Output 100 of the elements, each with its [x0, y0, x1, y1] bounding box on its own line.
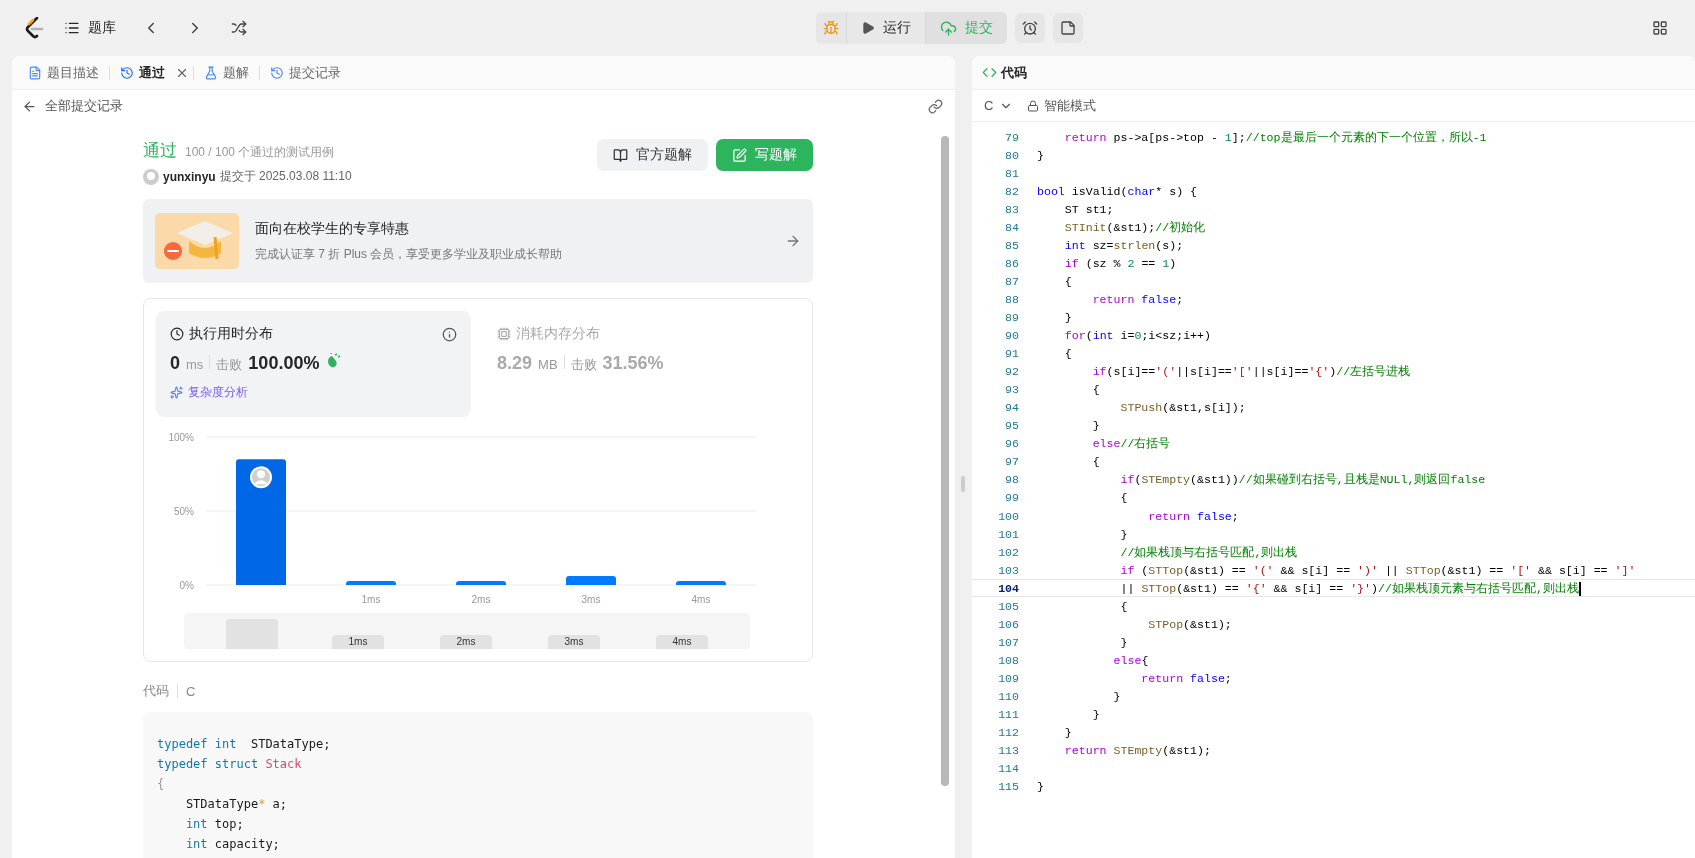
sparkle-icon — [170, 386, 183, 399]
panel-tab[interactable]: 通过 — [114, 59, 171, 86]
code-line: else{ — [1112, 653, 1149, 667]
stat-value: 8.29 — [497, 353, 533, 374]
line-number: 97 — [1004, 455, 1019, 469]
code-line: } — [1037, 780, 1044, 794]
code-line: { — [1063, 347, 1072, 361]
stat-title: 消耗内存分布 — [497, 325, 600, 343]
chip-icon — [497, 327, 511, 341]
lock-icon — [1027, 99, 1040, 112]
line-number: 96 — [1004, 437, 1019, 451]
pen-icon — [732, 147, 747, 163]
stat-panel[interactable]: 执行用时分布 0 ms 击败 100.00% 复杂度分析 — [156, 311, 471, 417]
code-line: || STTop(&st1) == '{' && s[i] == '}')//如果栈顶元素与右括号匹配,则出栈 — [1119, 580, 1581, 596]
beats-value: 31.56% — [602, 353, 664, 374]
navigator-label: 4ms — [656, 635, 708, 649]
code-line: typedef int STDataType; — [157, 736, 331, 753]
code-line: } — [1063, 311, 1072, 324]
line-number: 105 — [997, 599, 1019, 613]
panel-tab[interactable]: 提交记录 — [264, 59, 347, 86]
navigator-label: 2ms — [440, 635, 492, 649]
range-navigator[interactable]: 1ms 2ms 3ms 4ms — [184, 613, 750, 649]
complexity-link[interactable]: 复杂度分析 — [170, 384, 457, 401]
axis-label: 1ms — [361, 594, 381, 605]
document-icon — [28, 65, 42, 80]
code-line: //如果栈顶与右括号匹配,则出栈 — [1119, 544, 1298, 560]
line-number: 89 — [1004, 311, 1019, 324]
line-number: 93 — [1004, 383, 1019, 397]
code-line: { — [1091, 383, 1100, 397]
line-number: 111 — [997, 708, 1019, 721]
code-line: } — [1119, 635, 1128, 649]
axis-label: 2ms — [471, 594, 491, 605]
line-number: 112 — [997, 726, 1019, 740]
line-number: 94 — [1004, 401, 1019, 415]
code-line: STPop(&st1); — [1147, 617, 1232, 631]
code-icon — [982, 65, 997, 80]
line-number: 88 — [1004, 292, 1019, 306]
scrollbar[interactable] — [941, 136, 949, 786]
line-number: 113 — [997, 744, 1019, 758]
test-count: 100 / 100 个通过的测试用例 — [185, 144, 335, 161]
line-number: 106 — [997, 617, 1019, 631]
panel-tab[interactable]: 题解 — [198, 59, 255, 86]
status-text: 通过 — [143, 140, 177, 162]
code-label: 代码 — [143, 682, 169, 700]
bar[interactable] — [236, 459, 286, 585]
avatar-icon — [250, 466, 272, 489]
code-line: } — [1037, 148, 1044, 162]
line-number: 102 — [997, 545, 1019, 559]
clock-icon — [170, 327, 184, 341]
beats-label: 击败 — [570, 356, 597, 374]
logo-icon[interactable] — [24, 17, 44, 39]
solution-button[interactable]: 官方题解 — [597, 139, 708, 171]
list-icon — [64, 20, 80, 36]
panel-tab[interactable]: 题目描述 — [22, 59, 105, 86]
language-select[interactable]: C — [984, 98, 1014, 113]
stat-unit: MB — [538, 357, 558, 372]
code-line: ST st1; — [1063, 202, 1114, 216]
navigator-label: 1ms — [332, 635, 384, 649]
line-number: 86 — [1004, 256, 1019, 270]
stat-value: 0 — [170, 353, 180, 374]
line-number: 92 — [1004, 365, 1019, 379]
book-icon — [613, 147, 628, 163]
code-line: if(STEmpty(&st1))//如果碰到右括号,且栈是NULl,则返回false — [1119, 472, 1486, 488]
code-line: STPush(&st1,s[i]); — [1119, 401, 1246, 415]
code-line: } — [1063, 726, 1072, 740]
info-icon[interactable] — [442, 326, 457, 342]
code-line: return false; — [1091, 292, 1184, 306]
line-number: 91 — [1004, 347, 1019, 361]
line-number: 83 — [1004, 202, 1019, 216]
line-number: 87 — [1004, 274, 1019, 288]
bug-icon — [823, 20, 839, 36]
line-number: 100 — [997, 509, 1019, 523]
link-icon[interactable] — [928, 98, 943, 114]
note-icon — [1060, 20, 1076, 36]
line-number: 103 — [997, 563, 1019, 577]
code-line: if (STTop(&st1) == '(' && s[i] == ')' || STTop(&st1) == '[' && s[i] == ']' — [1119, 563, 1636, 577]
arrow-left-icon — [22, 98, 37, 114]
code-line: { — [157, 776, 165, 793]
code-line: int sz=strlen(s); — [1063, 238, 1184, 252]
code-line: { — [1119, 599, 1128, 613]
code-line: } — [1112, 689, 1121, 703]
back-link[interactable]: 全部提交记录 — [22, 97, 123, 115]
code-line: return STEmpty(&st1); — [1063, 744, 1211, 758]
history-icon — [270, 65, 284, 80]
problem-bank-button[interactable]: 题库 — [58, 15, 122, 41]
line-number: 85 — [1004, 238, 1019, 252]
code-line: bool isValid(char* s) { — [1037, 184, 1198, 198]
promo-card[interactable]: 面向在校学生的专享特惠 完成认证享 7 折 Plus 会员，享受更多学业及职业成长帮助 — [143, 199, 813, 283]
language-label: C — [186, 683, 196, 699]
note-button[interactable] — [1053, 13, 1083, 43]
line-number: 80 — [1004, 148, 1019, 162]
line-number: 98 — [1004, 473, 1019, 487]
alarm-button[interactable] — [1015, 13, 1045, 43]
axis-label: 100% — [168, 432, 194, 443]
promo-subtitle: 完成认证享 7 折 Plus 会员，享受更多学业及职业成长帮助 — [255, 245, 564, 263]
code-line: } — [1091, 419, 1100, 433]
stat-unit: ms — [186, 357, 204, 372]
code-line: if(s[i]=='('||s[i]=='['||s[i]=='{')//左括号进栈 — [1091, 364, 1411, 380]
code-line: typedef struct Stack — [157, 756, 302, 773]
code-line: STInit(&st1);//初始化 — [1063, 219, 1206, 235]
